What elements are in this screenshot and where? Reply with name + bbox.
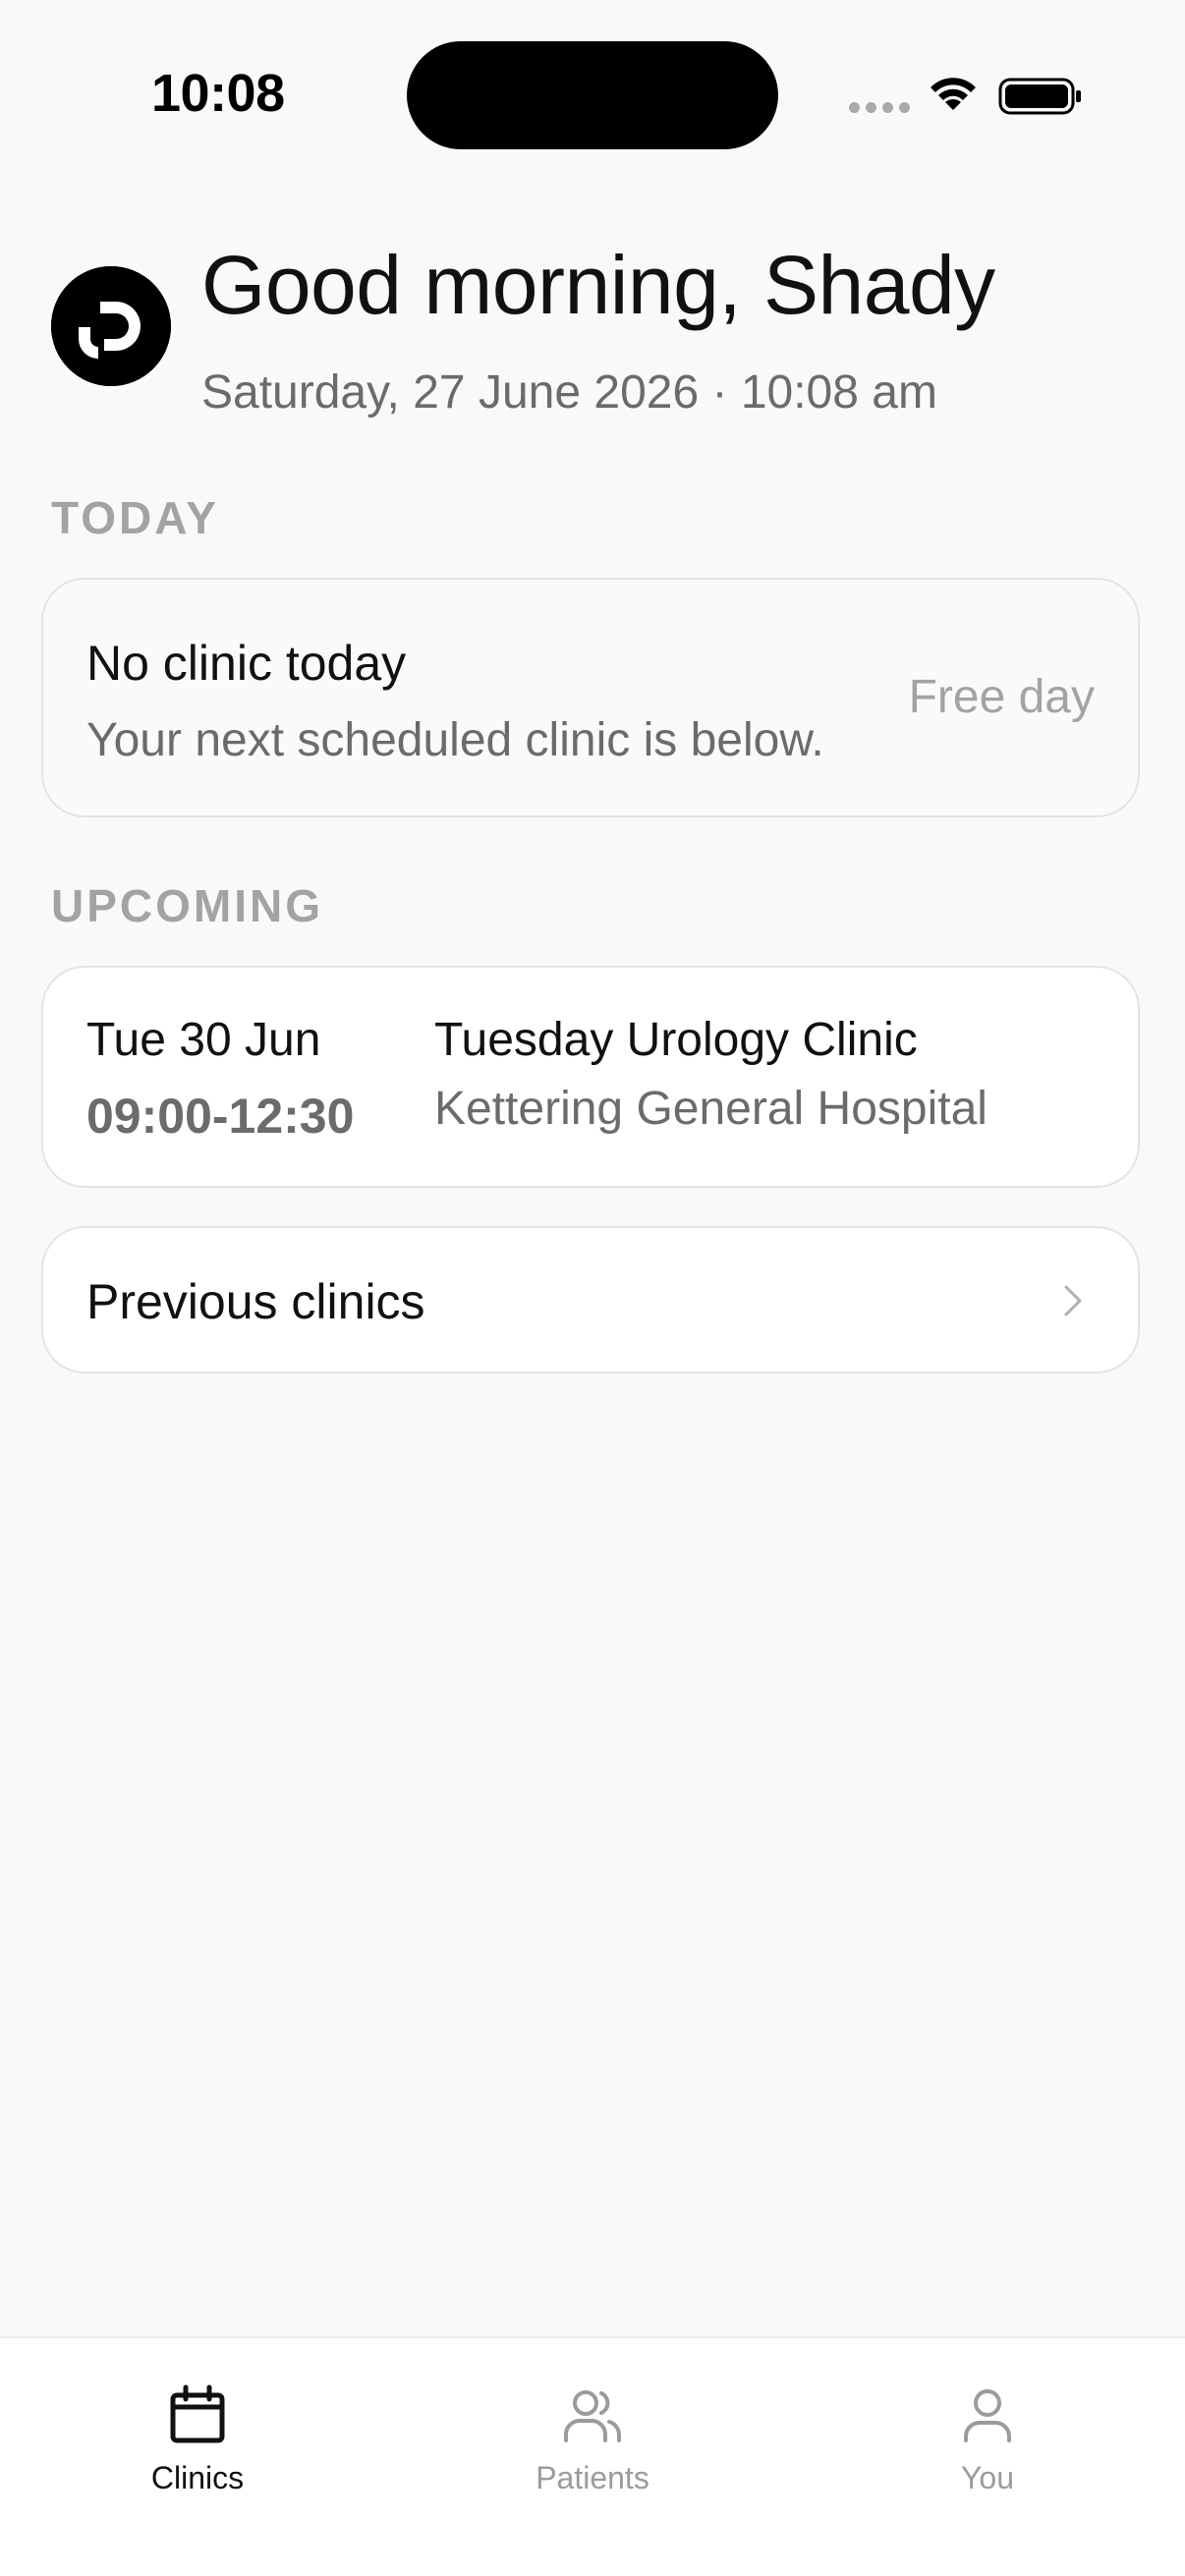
tab-clinics-label: Clinics [150, 2460, 245, 2495]
current-date-time: Saturday, 27 June 2026 · 10:08 am [201, 366, 937, 419]
today-clinic-card: No clinic today Your next scheduled clin… [41, 578, 1140, 817]
chevron-right-icon [1064, 1285, 1082, 1316]
upcoming-clinic-item[interactable]: Tue 30 Jun 09:00-12:30 Tuesday Urology C… [41, 966, 1140, 1188]
wifi-icon [931, 78, 976, 110]
previous-clinics-button[interactable]: Previous clinics [41, 1226, 1140, 1373]
clinic-time: 09:00-12:30 [86, 1089, 355, 1144]
section-label-upcoming: UPCOMING [51, 880, 323, 931]
tab-you-label: You [961, 2460, 1014, 2495]
previous-clinics-label: Previous clinics [86, 1274, 425, 1329]
bottom-tab-bar: Clinics Patients You [0, 2336, 1185, 2576]
battery-icon [998, 78, 1081, 115]
tab-you[interactable]: You [790, 2338, 1185, 2535]
tab-clinics[interactable]: Clinics [0, 2338, 395, 2535]
today-card-title: No clinic today [86, 636, 407, 691]
status-bar-time: 10:08 [151, 64, 285, 123]
tab-patients-label: Patients [536, 2460, 649, 2495]
clinic-title: Tuesday Urology Clinic [434, 1014, 918, 1066]
free-day-badge: Free day [908, 671, 1095, 723]
app-logo-avatar[interactable] [51, 266, 171, 386]
logo-icon [51, 266, 171, 386]
cellular-signal-icon [849, 102, 910, 113]
greeting-title: Good morning, Shady [201, 239, 995, 331]
calendar-icon [170, 2384, 225, 2443]
user-icon [964, 2389, 1011, 2442]
section-label-today: TODAY [51, 492, 219, 543]
today-card-subtitle: Your next scheduled clinic is below. [86, 714, 824, 766]
tab-patients[interactable]: Patients [395, 2338, 790, 2535]
clinic-location: Kettering General Hospital [434, 1083, 988, 1135]
users-icon [564, 2390, 621, 2442]
clinic-date: Tue 30 Jun [86, 1014, 321, 1066]
dynamic-island [407, 41, 778, 149]
